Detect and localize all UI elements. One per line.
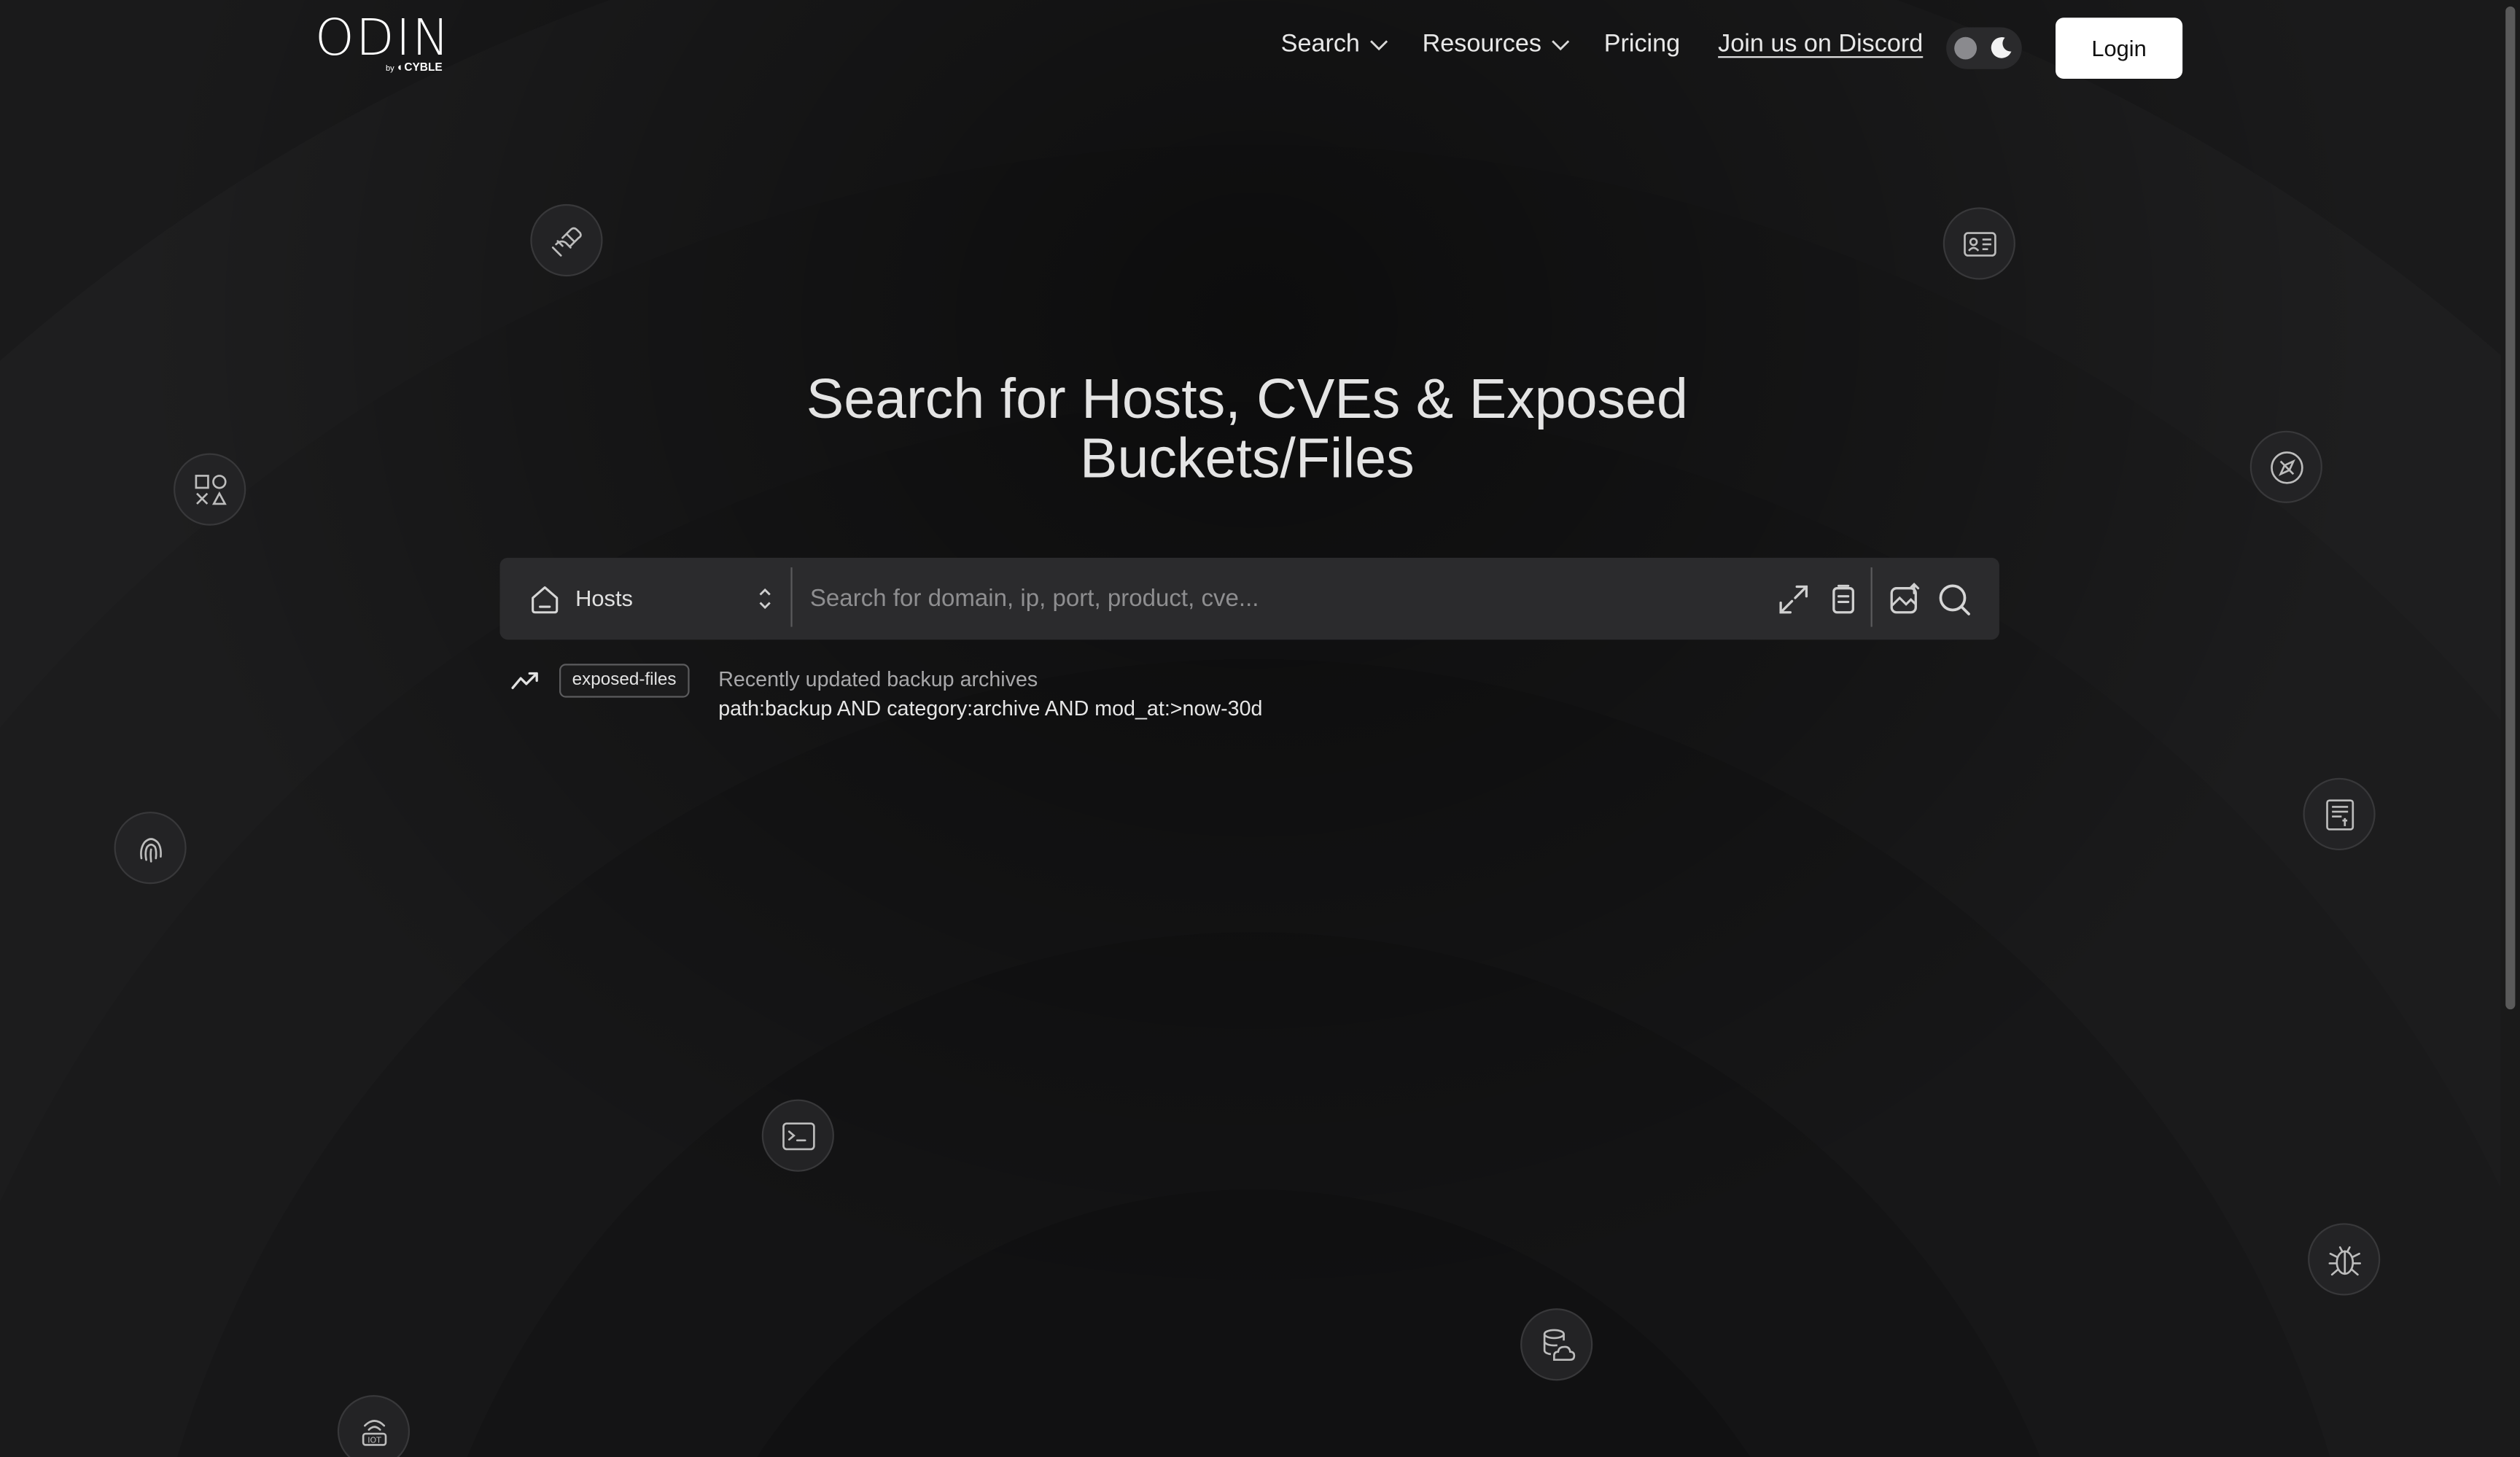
terminal-icon <box>761 1099 834 1172</box>
chevron-updown-icon <box>759 588 771 610</box>
fingerprint-icon <box>114 812 187 885</box>
toggle-knob <box>1954 36 1978 60</box>
ring-background <box>0 0 2520 1457</box>
chevron-down-icon <box>1370 40 1388 51</box>
id-card-icon <box>1942 207 2015 280</box>
nav-search-menu[interactable]: Search <box>1281 31 1389 60</box>
nav-pricing-label: Pricing <box>1603 30 1681 58</box>
category-select-value: Hosts <box>575 585 633 611</box>
trending-up-icon <box>511 672 538 690</box>
saved-queries-icon[interactable] <box>1826 582 1861 617</box>
nav-pricing-link[interactable]: Pricing <box>1604 31 1680 60</box>
invoice-icon <box>2303 777 2376 850</box>
nav-discord-label: Join us on Discord <box>1718 30 1924 58</box>
page-title: Search for Hosts, CVEs & Exposed Buckets… <box>806 368 1688 491</box>
nav-resources-menu[interactable]: Resources <box>1423 31 1571 60</box>
logo-wordmark: ODIN <box>315 9 451 68</box>
suggestion-title[interactable]: Recently updated backup archives <box>718 667 1038 691</box>
cyble-mark-icon: ◐ <box>397 62 405 74</box>
cloud-database-icon <box>1520 1308 1593 1381</box>
shapes-icon <box>174 453 246 526</box>
select-divider <box>790 567 793 627</box>
bug-icon <box>2308 1223 2381 1296</box>
page: ODIN by ◐CYBLE Search Resources Pricing J… <box>0 0 2520 1457</box>
scrollbar-thumb[interactable] <box>2505 6 2516 1010</box>
search-input[interactable] <box>809 577 1759 621</box>
suggestion-query[interactable]: path:backup AND category:archive AND mod… <box>718 696 1262 720</box>
nav-resources-label: Resources <box>1422 30 1541 58</box>
expand-icon[interactable] <box>1776 582 1811 617</box>
home-icon <box>532 586 559 614</box>
page-scrollbar[interactable] <box>2500 0 2520 1457</box>
theme-toggle[interactable] <box>1946 27 2022 69</box>
compass-icon <box>2249 430 2322 503</box>
search-bar: Hosts <box>499 557 1999 640</box>
suggestion-tag[interactable]: exposed-files <box>559 664 690 698</box>
odin-logo[interactable]: ODIN by ◐CYBLE <box>315 13 463 81</box>
nav-search-label: Search <box>1280 30 1360 58</box>
svg-text:IOT: IOT <box>367 1434 381 1444</box>
logo-byline: by ◐CYBLE <box>385 62 443 74</box>
search-icon[interactable] <box>1937 582 1972 617</box>
handshake-icon <box>530 203 603 277</box>
login-button[interactable]: Login <box>2056 18 2183 79</box>
nav-discord-link[interactable]: Join us on Discord <box>1718 31 1923 60</box>
category-select[interactable]: Hosts <box>499 558 792 640</box>
moon-icon <box>1991 37 2012 58</box>
chevron-down-icon <box>1552 40 1570 51</box>
image-search-icon[interactable] <box>1887 582 1922 617</box>
tools-divider <box>1870 567 1872 627</box>
